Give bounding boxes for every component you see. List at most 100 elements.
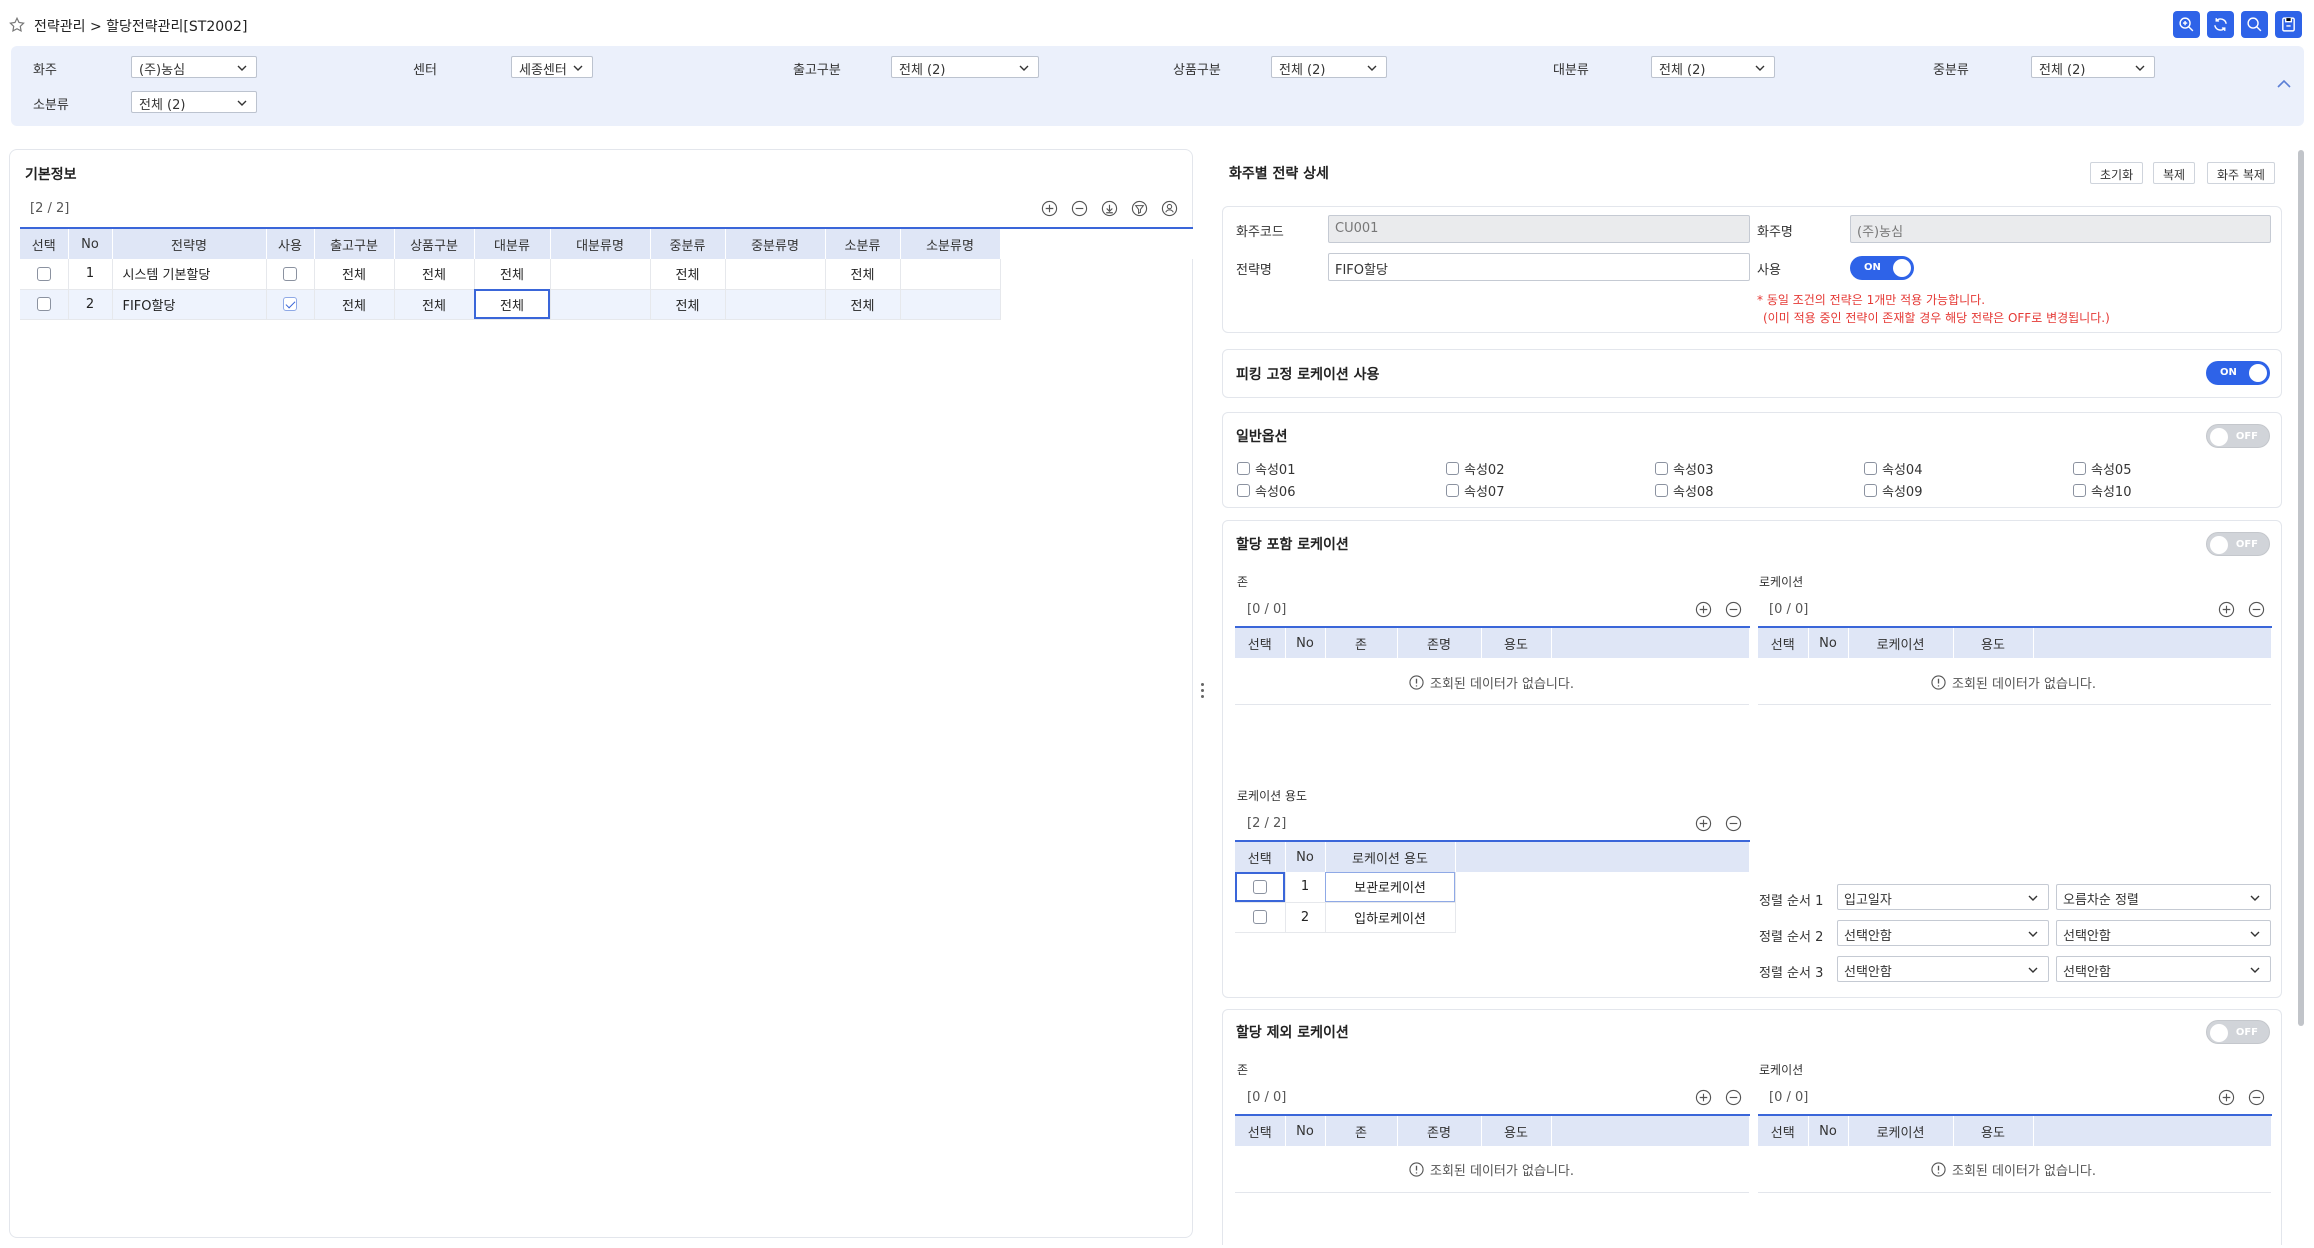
column-header[interactable]: 로케이션	[1848, 626, 1954, 658]
refresh-button[interactable]	[2207, 11, 2234, 38]
sort-direction-select-2[interactable]: 선택안함	[2056, 920, 2271, 946]
column-header[interactable]: 선택	[1235, 1114, 1286, 1146]
panel-splitter-handle[interactable]	[1201, 683, 1205, 701]
column-header[interactable]: 존	[1325, 1114, 1398, 1146]
use-toggle[interactable]: ON	[1850, 256, 1914, 280]
owner-name-field[interactable]: (주)농심	[1850, 215, 2271, 243]
search-button[interactable]	[2241, 11, 2268, 38]
major-category-select[interactable]: 전체 (2)	[1651, 56, 1775, 78]
column-header[interactable]: 대분류명	[550, 227, 651, 259]
add-row-icon[interactable]	[2218, 601, 2235, 618]
checkbox[interactable]	[2073, 462, 2086, 475]
remove-row-icon[interactable]	[1725, 601, 1742, 618]
attr-checkbox[interactable]: 속성10	[2073, 481, 2131, 500]
remove-row-icon[interactable]	[1725, 1089, 1742, 1106]
row-select-checkbox[interactable]	[36, 266, 51, 281]
row-select-checkbox[interactable]	[1252, 879, 1267, 894]
cell-major-category[interactable]: 전체	[474, 289, 551, 320]
center-select[interactable]: 세종센터	[511, 56, 593, 78]
checkbox[interactable]	[1446, 484, 1459, 497]
column-header[interactable]: 대분류	[474, 227, 551, 259]
owner-code-field[interactable]: CU001	[1328, 215, 1750, 243]
column-header[interactable]: 존명	[1397, 1114, 1482, 1146]
general-options-toggle[interactable]: OFF	[2206, 424, 2270, 448]
column-header[interactable]: 용도	[1953, 1114, 2034, 1146]
table-row[interactable]: 2 입하로케이션	[1235, 902, 1749, 933]
attr-checkbox[interactable]: 속성02	[1446, 459, 1504, 478]
column-header[interactable]: 상품구분	[394, 227, 475, 259]
cell-middle-category[interactable]: 전체	[650, 259, 726, 290]
attr-checkbox[interactable]: 속성04	[1864, 459, 1922, 478]
middle-category-select[interactable]: 전체 (2)	[2031, 56, 2155, 78]
picking-fixed-toggle[interactable]: ON	[2206, 361, 2270, 385]
column-header[interactable]: 선택	[1235, 840, 1286, 872]
sort-field-select-3[interactable]: 선택안함	[1837, 956, 2049, 982]
cell-outbound-type[interactable]: 전체	[314, 289, 395, 320]
column-header[interactable]: 용도	[1481, 626, 1552, 658]
cell-middle-category[interactable]: 전체	[650, 289, 726, 320]
add-row-icon[interactable]	[1695, 1089, 1712, 1106]
copy-owner-button[interactable]: 화주 복제	[2207, 162, 2275, 184]
attr-checkbox[interactable]: 속성07	[1446, 481, 1504, 500]
column-header[interactable]: 존	[1325, 626, 1398, 658]
column-header[interactable]: 전략명	[112, 227, 267, 259]
sort-direction-select-3[interactable]: 선택안함	[2056, 956, 2271, 982]
strategy-name-input[interactable]: FIFO할당	[1328, 253, 1750, 281]
star-icon[interactable]	[8, 16, 26, 34]
include-location-toggle[interactable]: OFF	[2206, 532, 2270, 556]
product-type-select[interactable]: 전체 (2)	[1271, 56, 1387, 78]
attr-checkbox[interactable]: 속성01	[1237, 459, 1295, 478]
column-header[interactable]: No	[1285, 626, 1326, 658]
cell-minor-category[interactable]: 전체	[825, 259, 901, 290]
column-header[interactable]: 출고구분	[314, 227, 395, 259]
column-header[interactable]: No	[68, 227, 113, 259]
column-header[interactable]: 로케이션 용도	[1325, 840, 1456, 872]
cell-strategy-name[interactable]: FIFO할당	[112, 289, 267, 320]
table-row[interactable]: 1 시스템 기본할당 전체 전체 전체 전체 전체	[20, 259, 1192, 290]
checkbox[interactable]	[1864, 462, 1877, 475]
attr-checkbox[interactable]: 속성08	[1655, 481, 1713, 500]
copy-button[interactable]: 복제	[2153, 162, 2196, 184]
column-header[interactable]: 로케이션	[1848, 1114, 1954, 1146]
checkbox[interactable]	[2073, 484, 2086, 497]
add-row-icon[interactable]	[1695, 815, 1712, 832]
checkbox[interactable]	[1446, 462, 1459, 475]
cell-minor-category[interactable]: 전체	[825, 289, 901, 320]
column-header[interactable]: 선택	[1758, 1114, 1809, 1146]
attr-checkbox[interactable]: 속성03	[1655, 459, 1713, 478]
reset-button[interactable]: 초기화	[2090, 162, 2144, 184]
attr-checkbox[interactable]: 속성09	[1864, 481, 1922, 500]
use-checkbox[interactable]	[283, 266, 297, 281]
checkbox[interactable]	[1655, 462, 1668, 475]
checkbox[interactable]	[1237, 462, 1250, 475]
checkbox[interactable]	[1655, 484, 1668, 497]
column-header[interactable]: 소분류	[825, 227, 901, 259]
column-header[interactable]: 사용	[266, 227, 315, 259]
exclude-location-toggle[interactable]: OFF	[2206, 1020, 2270, 1044]
outbound-type-select[interactable]: 전체 (2)	[891, 56, 1039, 78]
column-header[interactable]: 중분류명	[725, 227, 826, 259]
sort-direction-select-1[interactable]: 오름차순 정렬	[2056, 884, 2271, 910]
row-select-checkbox[interactable]	[1252, 910, 1267, 924]
cell-major-category[interactable]: 전체	[474, 259, 551, 290]
download-icon[interactable]	[1101, 200, 1118, 217]
checkbox[interactable]	[1237, 484, 1250, 497]
filter-icon[interactable]	[1131, 200, 1148, 217]
checkbox[interactable]	[1864, 484, 1877, 497]
remove-row-icon[interactable]	[2248, 1089, 2265, 1106]
remove-row-icon[interactable]	[1725, 815, 1742, 832]
user-settings-icon[interactable]	[1161, 200, 1178, 217]
attr-checkbox[interactable]: 속성06	[1237, 481, 1295, 500]
sort-field-select-1[interactable]: 입고일자	[1837, 884, 2049, 910]
row-select-checkbox[interactable]	[36, 297, 51, 311]
vertical-scrollbar[interactable]	[2298, 150, 2304, 1026]
column-header[interactable]: No	[1285, 1114, 1326, 1146]
table-row[interactable]: 1 보관로케이션	[1235, 872, 1749, 903]
cell-product-type[interactable]: 전체	[394, 289, 475, 320]
cell-location-usage[interactable]: 입하로케이션	[1325, 902, 1456, 933]
remove-row-icon[interactable]	[1071, 200, 1088, 217]
table-row[interactable]: 2 FIFO할당 전체 전체 전체 전체 전체	[20, 289, 1192, 320]
cell-location-usage[interactable]: 보관로케이션	[1325, 872, 1456, 903]
save-button[interactable]	[2275, 11, 2302, 38]
column-header[interactable]: No	[1808, 1114, 1849, 1146]
